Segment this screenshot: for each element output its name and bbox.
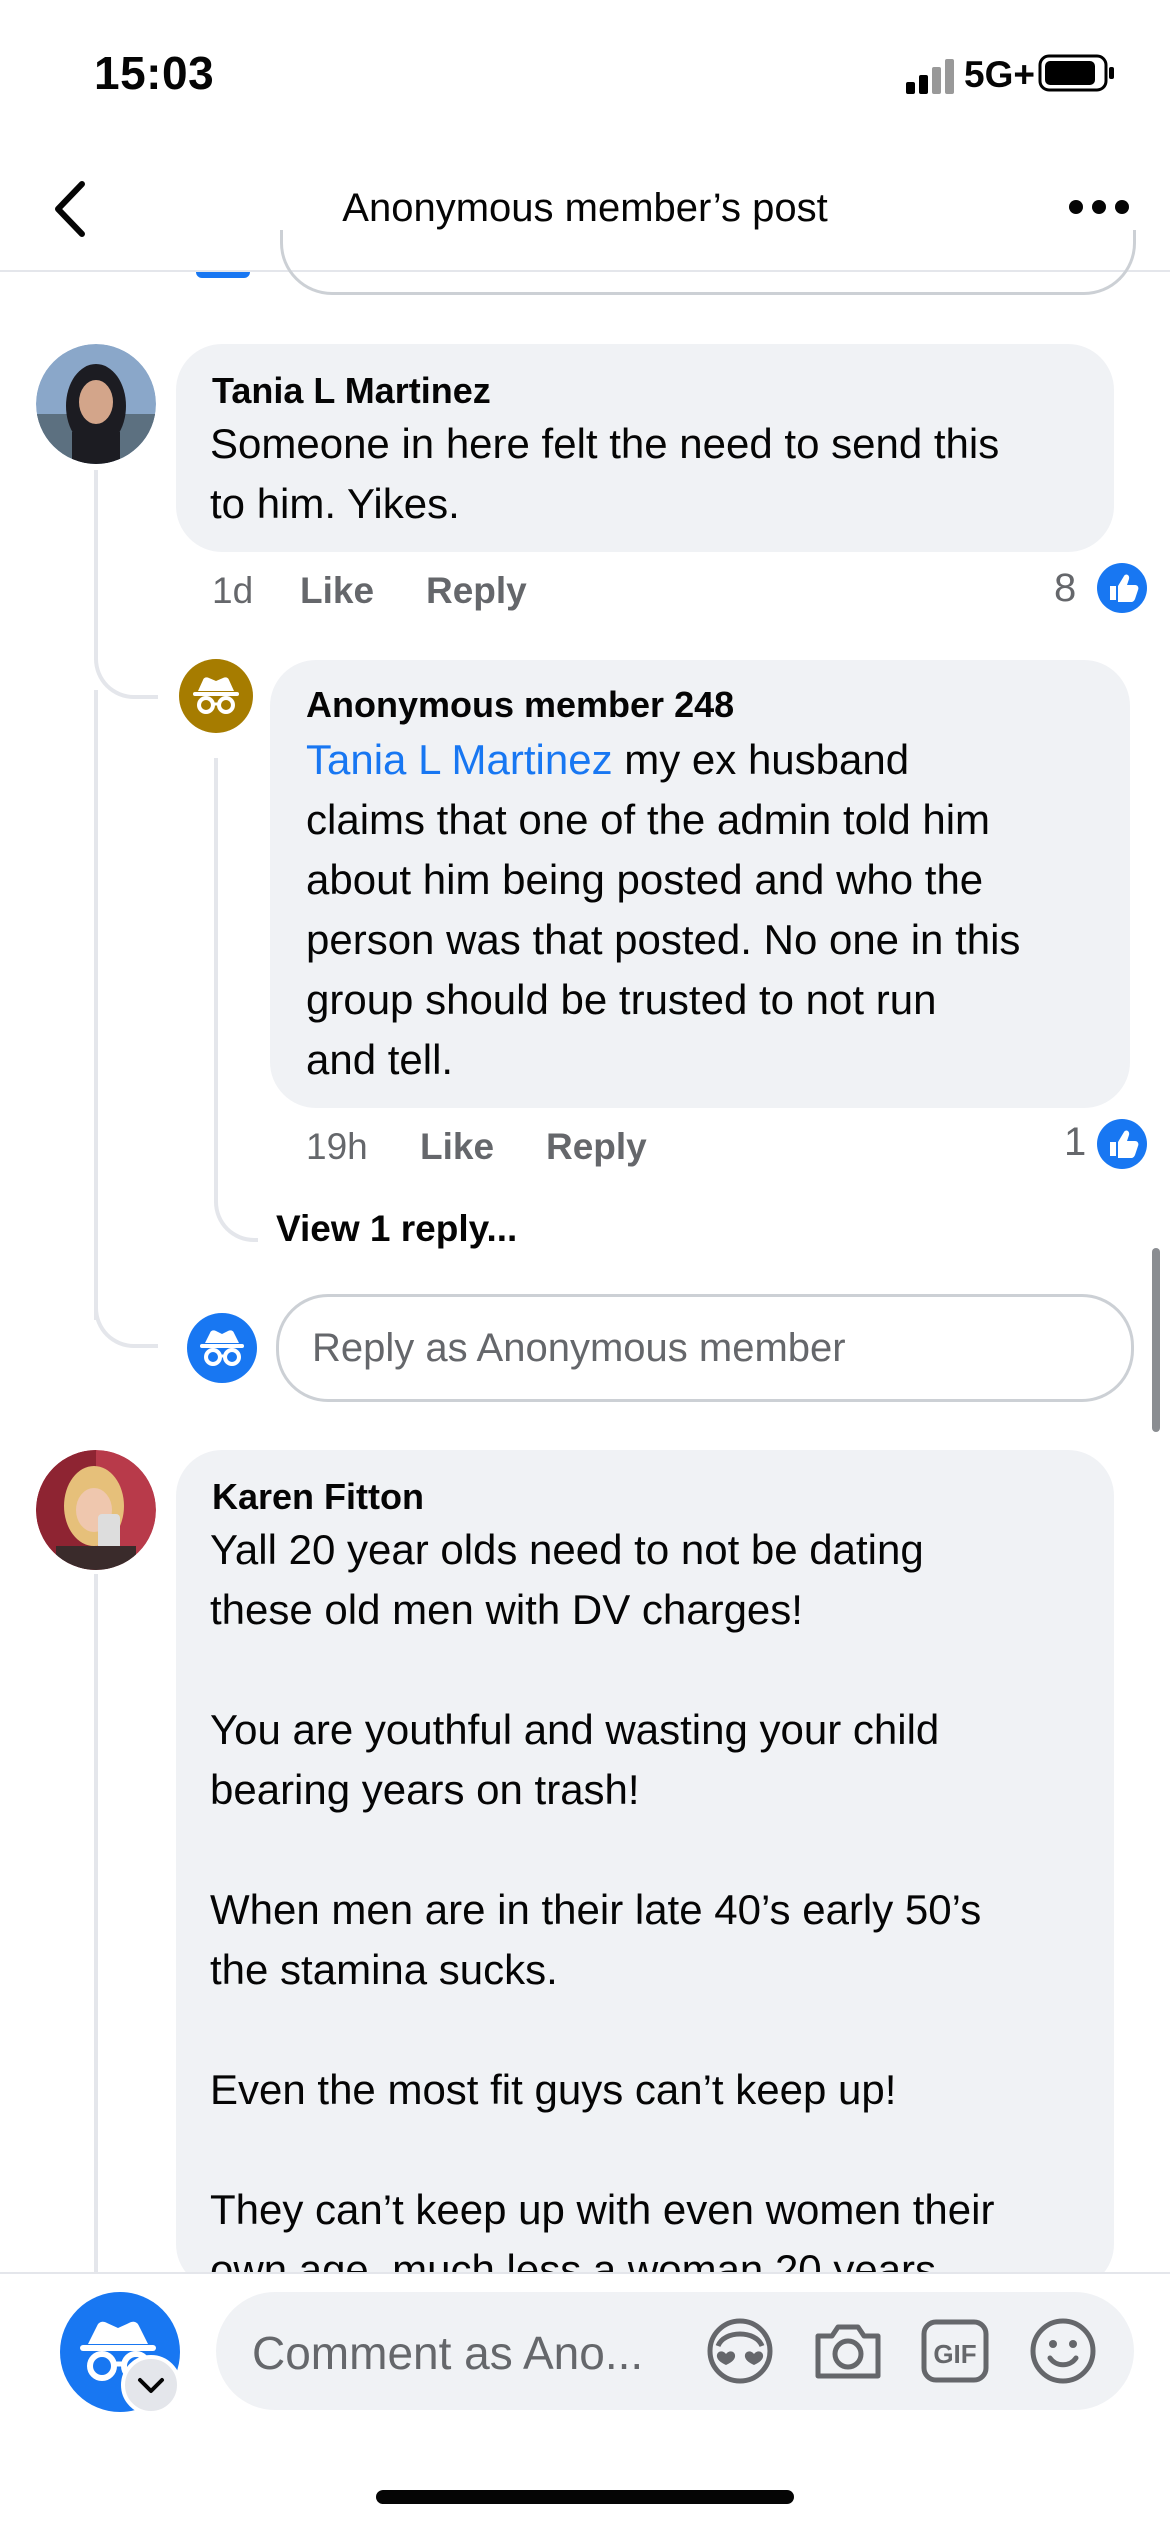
reaction-count[interactable]: 8 xyxy=(1054,566,1076,611)
svg-text:GIF: GIF xyxy=(933,2339,976,2369)
battery-icon xyxy=(1038,54,1114,92)
home-indicator[interactable] xyxy=(376,2490,794,2504)
reply-text-start: my ex husband xyxy=(612,736,910,783)
network-label: 5G+ xyxy=(964,54,1035,95)
signal-icon xyxy=(906,59,954,94)
avatar[interactable] xyxy=(36,1450,156,1570)
comment-input-placeholder: Comment as Ano... xyxy=(252,2327,644,2379)
comment-author[interactable]: Karen Fitton xyxy=(212,1476,424,1518)
comment-text: Someone in here felt the need to send th… xyxy=(210,420,1000,527)
chevron-down-icon[interactable] xyxy=(120,2354,182,2416)
gif-icon[interactable]: GIF xyxy=(920,2318,990,2384)
comment-time: 1d xyxy=(212,570,254,611)
thread-line xyxy=(214,758,258,1242)
scrollbar[interactable] xyxy=(1152,1248,1160,1432)
comment-text: Yall 20 year olds need to not be dating … xyxy=(210,1526,995,2272)
like-button[interactable]: Like xyxy=(420,1126,494,1168)
comment-author[interactable]: Tania L Martinez xyxy=(212,370,491,412)
reply-button[interactable]: Reply xyxy=(426,570,527,612)
reply-author[interactable]: Anonymous member 248 xyxy=(306,684,734,726)
avatar[interactable] xyxy=(36,344,156,464)
reaction-count[interactable]: 1 xyxy=(1064,1120,1086,1165)
reply-first-line: Tania L Martinez my ex husband xyxy=(306,730,1126,790)
camera-icon[interactable] xyxy=(812,2320,884,2382)
reply-time: 19h xyxy=(306,1126,368,1167)
thread-line xyxy=(94,1280,158,1348)
like-reaction-icon[interactable] xyxy=(1096,1118,1148,1170)
scrolled-avatar-remnant xyxy=(196,272,250,278)
reply-input-placeholder: Reply as Anonymous member xyxy=(312,1326,846,1370)
like-reaction-icon[interactable] xyxy=(1096,562,1148,614)
avatar-sticker-icon[interactable] xyxy=(704,2316,776,2386)
reply-text: claims that one of the admin told him ab… xyxy=(306,796,1021,1083)
emoji-icon[interactable] xyxy=(1028,2316,1098,2386)
thread-line xyxy=(94,470,158,699)
view-replies-link[interactable]: View 1 reply... xyxy=(276,1208,517,1250)
mention-link[interactable]: Tania L Martinez xyxy=(306,736,613,783)
like-button[interactable]: Like xyxy=(300,570,374,612)
anonymous-avatar-icon xyxy=(187,1313,257,1383)
status-time: 15:03 xyxy=(94,47,215,99)
thread-line xyxy=(94,690,98,1320)
reply-button[interactable]: Reply xyxy=(546,1126,647,1168)
page-title: Anonymous member’s post xyxy=(342,186,828,230)
more-options-icon[interactable] xyxy=(1066,196,1132,218)
scrolled-reply-box-remnant xyxy=(280,230,1136,295)
anonymous-avatar-icon[interactable] xyxy=(178,658,254,734)
thread-line xyxy=(94,1574,98,2274)
